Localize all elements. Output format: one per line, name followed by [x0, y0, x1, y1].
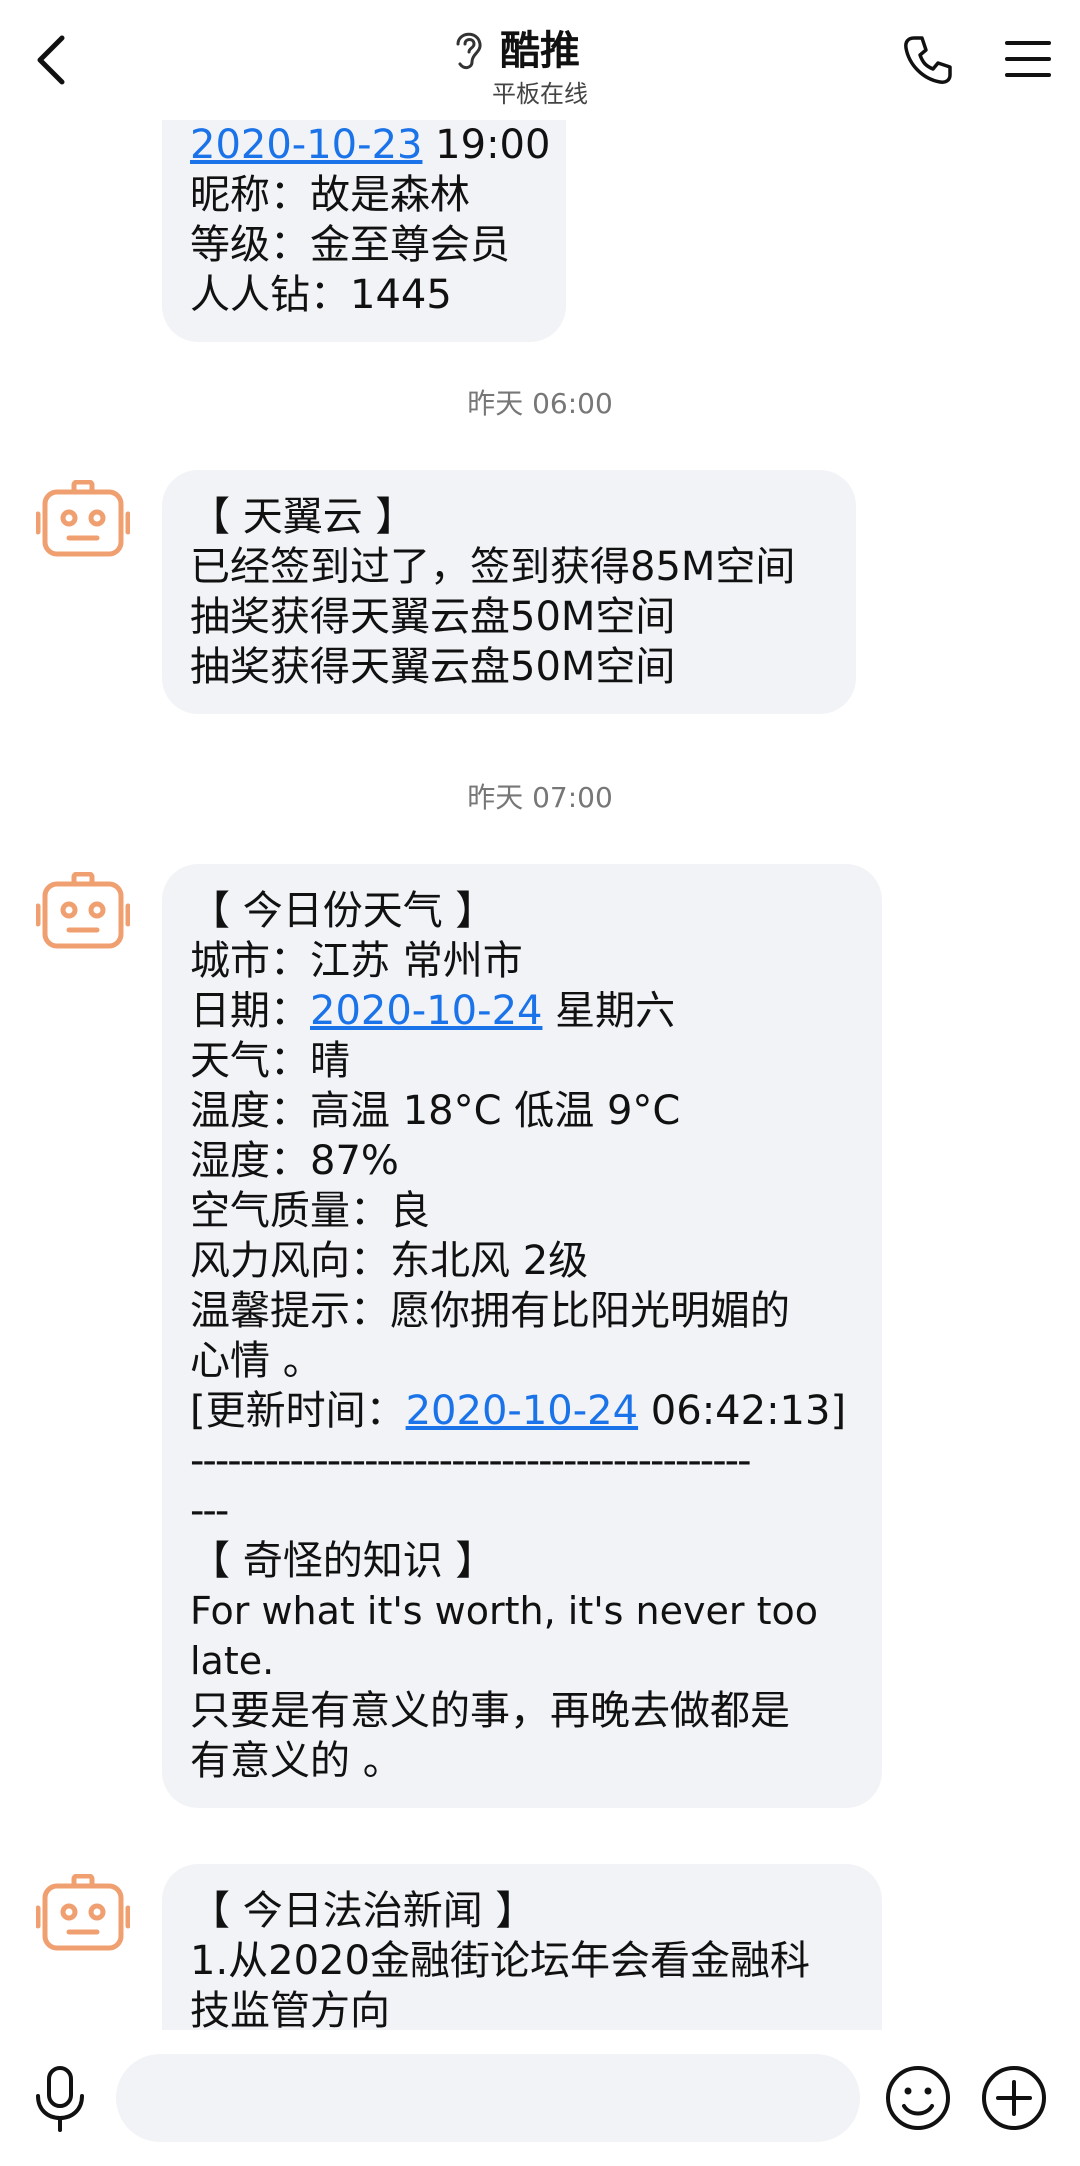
divider-line: ----------------------------------------…: [190, 1438, 752, 1484]
robot-avatar-icon[interactable]: [36, 480, 130, 560]
date-link[interactable]: 2020-10-24: [310, 988, 542, 1034]
robot-avatar-icon[interactable]: [36, 1874, 130, 1954]
chat-header: 酷推 平板在线: [0, 0, 1080, 120]
message-input[interactable]: [116, 2054, 860, 2142]
message-line: 【 今日法治新闻 】: [190, 1888, 536, 1934]
message-line: 风力风向：东北风 2级: [190, 1238, 589, 1284]
message-line: 【 天翼云 】: [190, 494, 416, 540]
message-line: 1.从2020金融街论坛年会看金融科: [190, 1938, 810, 1984]
online-status: 平板在线: [492, 80, 588, 108]
message-bubble-weather[interactable]: 【 今日份天气 】 城市：江苏 常州市 日期：2020-10-24 星期六 天气…: [162, 864, 882, 1808]
message-line: 天气：晴: [190, 1038, 350, 1084]
back-chevron-icon[interactable]: [30, 30, 74, 90]
message-line: 技监管方向: [190, 1988, 390, 2030]
divider-line: ---: [190, 1488, 229, 1534]
phone-icon[interactable]: [902, 34, 954, 86]
message-bubble-tianyi[interactable]: 【 天翼云 】 已经签到过了，签到获得85M空间 抽奖获得天翼云盘50M空间 抽…: [162, 470, 856, 714]
message-bubble-account[interactable]: 2020-10-23 19:00 昵称：故是森林 等级：金至尊会员 人人钻：14…: [162, 120, 566, 342]
microphone-icon[interactable]: [32, 2064, 88, 2134]
message-line: 已经签到过了，签到获得85M空间: [190, 544, 796, 590]
message-line: 人人钻：1445: [190, 272, 452, 318]
date-link[interactable]: 2020-10-23: [190, 122, 422, 168]
message-line: 日期：2020-10-24 星期六: [190, 988, 676, 1034]
menu-icon[interactable]: [1004, 38, 1052, 80]
message-line: late.: [190, 1639, 275, 1683]
message-line: 昵称：故是森林: [190, 172, 470, 218]
message-line: 温度：高温 18°C 低温 9°C: [190, 1088, 681, 1134]
message-line: 湿度：87%: [190, 1138, 399, 1184]
message-line: 抽奖获得天翼云盘50M空间: [190, 644, 676, 690]
chat-message-list[interactable]: 2020-10-23 19:00 昵称：故是森林 等级：金至尊会员 人人钻：14…: [0, 120, 1080, 2030]
message-bubble-news[interactable]: 【 今日法治新闻 】 1.从2020金融街论坛年会看金融科 技监管方向: [162, 1864, 882, 2030]
message-line: 【 奇怪的知识 】: [190, 1538, 496, 1584]
message-line: 【 今日份天气 】: [190, 888, 496, 934]
robot-avatar-icon[interactable]: [36, 872, 130, 952]
message-line: 城市：江苏 常州市: [190, 938, 523, 984]
plus-circle-icon[interactable]: [980, 2064, 1048, 2132]
message-line: 有意义的 。: [190, 1738, 403, 1784]
message-line: 2020-10-23 19:00: [190, 122, 551, 168]
message-line: [更新时间：2020-10-24 06:42:13]: [190, 1388, 847, 1434]
message-line: 等级：金至尊会员: [190, 222, 510, 268]
message-input-bar: [0, 2030, 1080, 2166]
timestamp: 昨天 07:00: [467, 781, 613, 814]
smiley-icon[interactable]: [884, 2064, 952, 2132]
message-line: 空气质量：良: [190, 1188, 430, 1234]
chat-title[interactable]: 酷推: [500, 18, 580, 76]
message-line: 心情 。: [190, 1338, 323, 1384]
message-line: 温馨提示：愿你拥有比阳光明媚的: [190, 1288, 790, 1334]
message-line: 只要是有意义的事，再晚去做都是: [190, 1688, 790, 1734]
message-line: For what it's worth, it's never too: [190, 1589, 818, 1633]
message-line: 抽奖获得天翼云盘50M空间: [190, 594, 676, 640]
ear-icon: [456, 32, 482, 70]
timestamp: 昨天 06:00: [467, 387, 613, 420]
date-link[interactable]: 2020-10-24: [406, 1388, 638, 1434]
